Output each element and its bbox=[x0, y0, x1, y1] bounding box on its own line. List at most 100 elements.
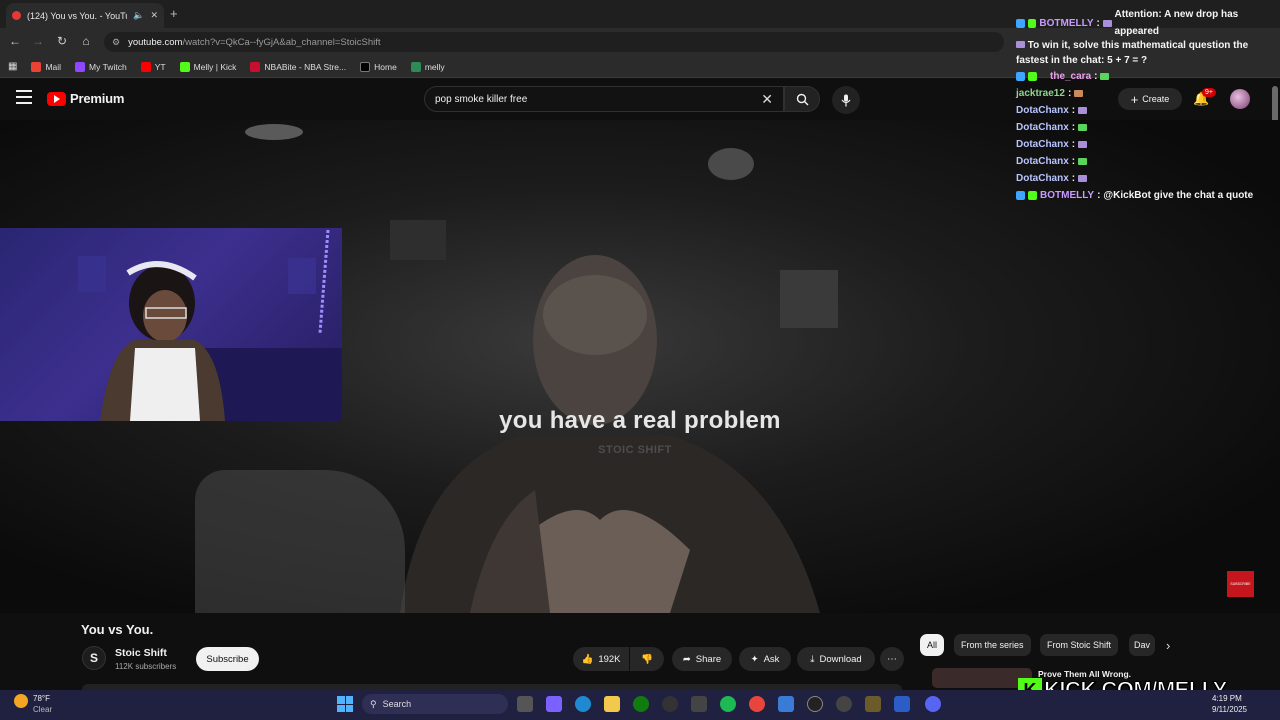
media-player-icon[interactable] bbox=[807, 696, 823, 712]
clock-date[interactable]: 9/11/2025 bbox=[1212, 705, 1247, 714]
ceiling-light bbox=[708, 148, 754, 180]
more-actions-button[interactable]: ⋯ bbox=[880, 647, 904, 671]
chip-partial[interactable]: Dav bbox=[1129, 634, 1155, 656]
subscribe-button[interactable]: Subscribe bbox=[196, 647, 259, 671]
chip-all[interactable]: All bbox=[920, 634, 945, 656]
youtube-play-icon bbox=[47, 91, 66, 106]
bookmark-melly-kick[interactable]: Melly | Kick bbox=[179, 61, 236, 72]
spotify-icon[interactable] bbox=[720, 696, 736, 712]
chat-message: DotaChanx: bbox=[1016, 153, 1280, 170]
forward-icon[interactable]: → bbox=[29, 34, 47, 48]
share-icon: ➦ bbox=[682, 653, 691, 665]
channel-avatar[interactable]: S bbox=[82, 646, 106, 670]
hamburger-menu-icon[interactable] bbox=[16, 90, 32, 104]
edge-icon[interactable] bbox=[575, 696, 591, 712]
bookmark-mail[interactable]: Mail bbox=[31, 61, 61, 72]
apps-grid-icon[interactable]: ▦ bbox=[8, 61, 17, 72]
video-title: You vs You. bbox=[81, 622, 154, 637]
thumbs-up-icon: 👍 bbox=[581, 653, 594, 665]
chat-message: jacktrae12: bbox=[1016, 85, 1280, 102]
voice-search-button[interactable] bbox=[832, 86, 860, 114]
file-explorer-icon[interactable] bbox=[604, 696, 620, 712]
moderator-badge-icon bbox=[1016, 191, 1025, 200]
chat-username: BOTMELLY bbox=[1039, 17, 1094, 29]
task-view-icon[interactable] bbox=[517, 696, 533, 712]
url-field[interactable]: ⚙ youtube.com/watch?v=QkCa--fyGjA&ab_cha… bbox=[104, 32, 1004, 52]
moderator-badge-icon bbox=[1016, 72, 1025, 81]
x-icon bbox=[360, 61, 371, 72]
search-query: pop smoke killer free bbox=[435, 93, 528, 105]
chip-from-stoic-shift[interactable]: From Stoic Shift bbox=[1040, 634, 1119, 656]
back-icon[interactable]: ← bbox=[6, 34, 24, 48]
emote-icon bbox=[1078, 158, 1088, 165]
logo-text: Premium bbox=[70, 91, 125, 106]
taskbar-search[interactable]: ⚲ Search bbox=[362, 694, 508, 714]
clock-time[interactable]: 4:19 PM bbox=[1212, 694, 1242, 703]
recommended-video-thumbnail[interactable] bbox=[932, 668, 1032, 688]
search-button[interactable] bbox=[784, 86, 820, 112]
browser-tab[interactable]: (124) You vs You. - YouTube 🔈 ✕ bbox=[6, 3, 164, 28]
emote-icon bbox=[1078, 107, 1088, 114]
streamer-webcam bbox=[0, 228, 342, 421]
bookmark-nbabite[interactable]: NBABite - NBA Stre... bbox=[250, 61, 346, 72]
app-icon[interactable] bbox=[894, 696, 910, 712]
emote-icon bbox=[1078, 141, 1088, 148]
bookmark-my-twitch[interactable]: My Twitch bbox=[75, 61, 127, 72]
twitch-icon bbox=[75, 61, 86, 72]
chat-username: DotaChanx bbox=[1016, 139, 1069, 150]
game-icon[interactable] bbox=[865, 696, 881, 712]
dislike-button[interactable]: 👎 bbox=[630, 647, 664, 671]
bookmark-melly[interactable]: melly bbox=[410, 61, 445, 72]
download-icon: ⤓ bbox=[810, 653, 815, 665]
url-host: youtube.com bbox=[128, 36, 183, 48]
chat-message: the_cara: bbox=[1016, 68, 1280, 85]
youtube-icon bbox=[140, 61, 151, 72]
chat-username: jacktrae12 bbox=[1016, 88, 1065, 99]
microphone-icon bbox=[841, 94, 851, 106]
site-info-icon[interactable]: ⚙ bbox=[112, 37, 120, 48]
nba-icon bbox=[250, 61, 261, 72]
chrome-icon[interactable] bbox=[749, 696, 765, 712]
xbox-icon[interactable] bbox=[633, 696, 649, 712]
channel-name[interactable]: Stoic Shift bbox=[115, 647, 167, 659]
photos-icon[interactable] bbox=[778, 696, 794, 712]
moderator-badge-icon bbox=[1016, 18, 1025, 28]
share-button[interactable]: ➦ Share bbox=[672, 647, 732, 671]
windows-start-icon[interactable] bbox=[337, 696, 353, 712]
chat-username: DotaChanx bbox=[1016, 105, 1069, 116]
weather-sun-icon[interactable] bbox=[14, 694, 28, 708]
bookmark-home[interactable]: Home bbox=[360, 61, 397, 72]
speaker-icon[interactable]: 🔈 bbox=[133, 10, 144, 21]
search-icon: ⚲ bbox=[370, 698, 377, 709]
new-tab-button[interactable]: + bbox=[170, 6, 178, 21]
video-subscribe-watermark-button[interactable]: SUBSCRIBE bbox=[1227, 571, 1254, 597]
clear-search-icon[interactable]: ✕ bbox=[761, 91, 773, 108]
youtube-favicon-icon bbox=[12, 11, 21, 20]
download-button[interactable]: ⤓ Download bbox=[797, 647, 875, 671]
weather-temperature[interactable]: 78°F bbox=[33, 694, 50, 703]
reload-icon[interactable]: ↻ bbox=[53, 34, 71, 48]
chip-from-the-series[interactable]: From the series bbox=[954, 634, 1031, 656]
chat-text: To win it, solve this mathematical quest… bbox=[1016, 40, 1249, 66]
chat-username: DotaChanx bbox=[1016, 173, 1069, 184]
steam-icon[interactable] bbox=[662, 696, 678, 712]
bookmark-yt[interactable]: YT bbox=[140, 61, 166, 72]
close-tab-icon[interactable]: ✕ bbox=[150, 10, 158, 21]
tab-title: (124) You vs You. - YouTube bbox=[27, 10, 127, 21]
youtube-logo[interactable]: Premium bbox=[47, 91, 124, 106]
bot-badge-icon bbox=[1027, 18, 1037, 28]
copilot-icon[interactable] bbox=[546, 696, 562, 712]
chat-username: BOTMELLY bbox=[1040, 190, 1095, 201]
obs-icon[interactable] bbox=[836, 696, 852, 712]
url-path: /watch?v=QkCa--fyGjA&ab_channel=StoicShi… bbox=[182, 36, 381, 48]
home-icon[interactable]: ⌂ bbox=[77, 34, 95, 48]
chat-message: DotaChanx: bbox=[1016, 119, 1280, 136]
store-icon[interactable] bbox=[691, 696, 707, 712]
like-button[interactable]: 👍 192K bbox=[573, 647, 629, 671]
search-input[interactable]: pop smoke killer free ✕ bbox=[424, 86, 784, 112]
emote-icon bbox=[1078, 175, 1088, 182]
chevron-right-icon[interactable]: › bbox=[1166, 638, 1170, 653]
chat-message: BOTMELLY: Attention: A new drop has appe… bbox=[1016, 6, 1280, 40]
discord-icon[interactable] bbox=[925, 696, 941, 712]
ask-button[interactable]: ✦ Ask bbox=[739, 647, 791, 671]
